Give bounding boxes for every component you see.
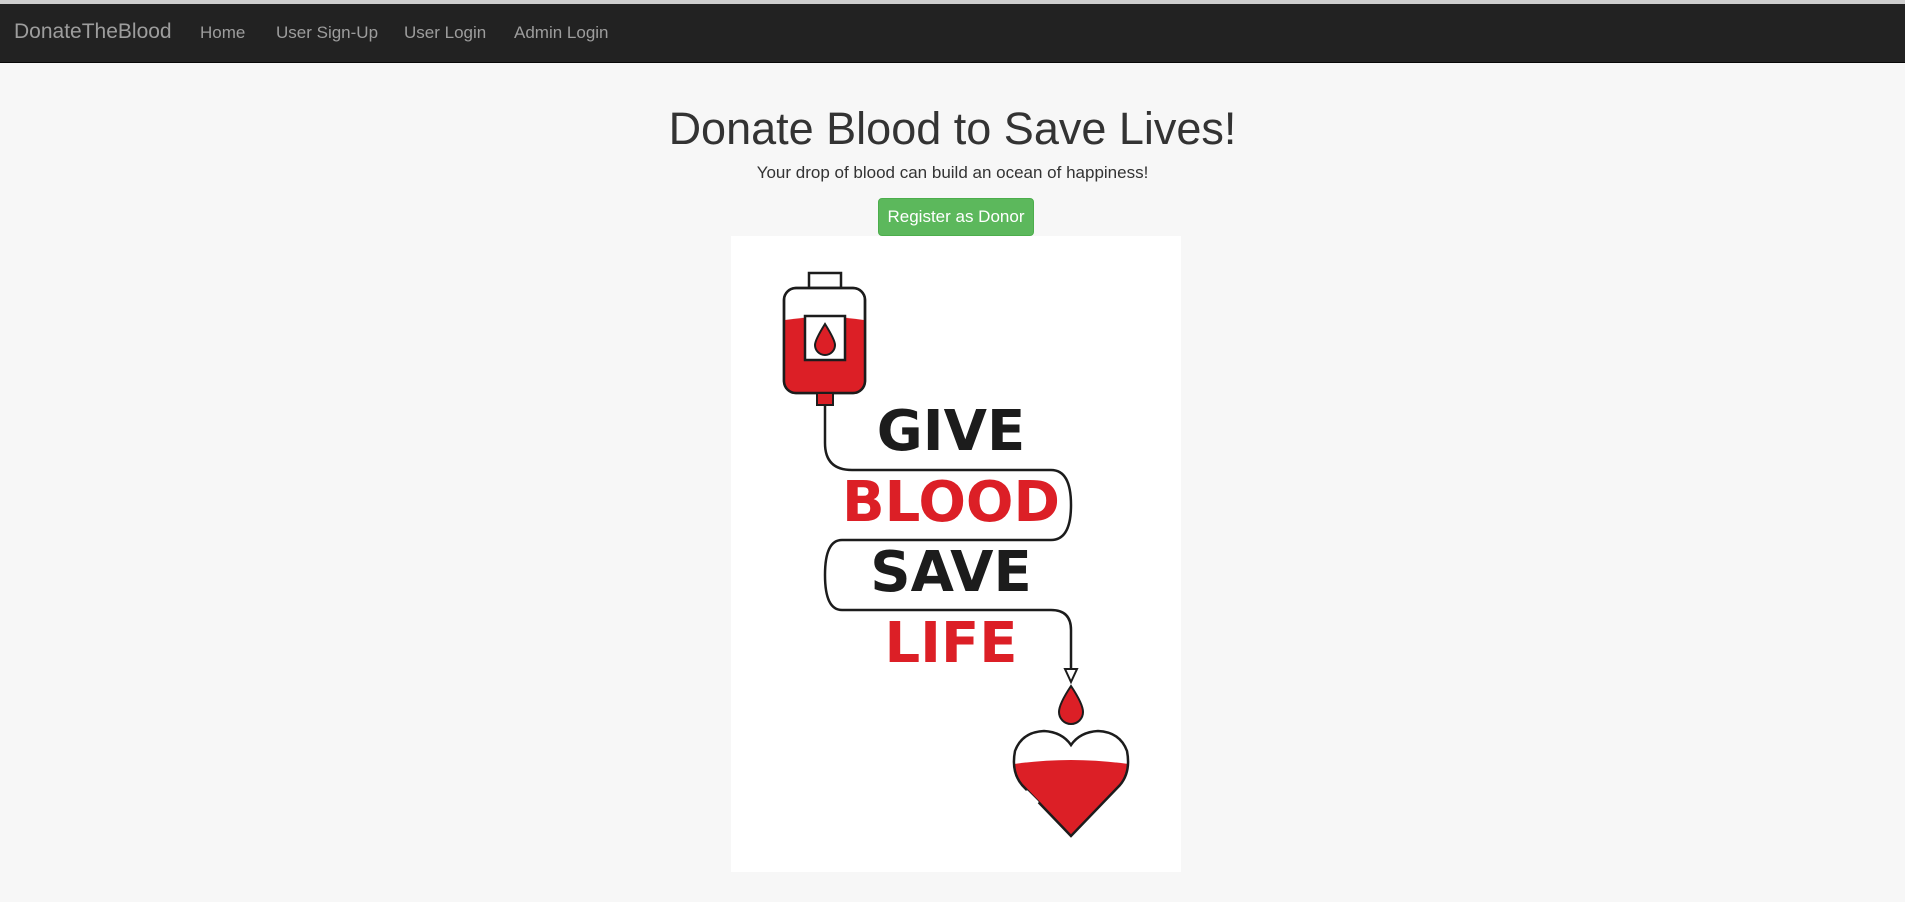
blood-drop-icon xyxy=(1057,684,1085,725)
page-title: Donate Blood to Save Lives! xyxy=(668,103,1237,154)
poster-word-life: LIFE xyxy=(884,611,1017,676)
navbar: DonateTheBlood Home User Sign-Up User Lo… xyxy=(0,4,1905,63)
heart-icon xyxy=(1012,729,1130,838)
poster-word-give: GIVE xyxy=(877,399,1025,464)
page-subtitle: Your drop of blood can build an ocean of… xyxy=(756,163,1149,182)
poster-illustration: GIVE BLOOD SAVE LIFE xyxy=(782,271,1130,838)
poster-word-blood: BLOOD xyxy=(842,470,1060,535)
nav-home[interactable]: Home xyxy=(200,23,245,43)
brand-link[interactable]: DonateTheBlood xyxy=(14,20,172,44)
blood-bag-icon xyxy=(782,271,867,406)
poster-word-save: SAVE xyxy=(870,540,1031,605)
register-donor-button[interactable]: Register as Donor xyxy=(878,198,1034,236)
nav-admin-login[interactable]: Admin Login xyxy=(514,23,609,43)
nav-user-login[interactable]: User Login xyxy=(404,23,486,43)
give-blood-poster: GIVE BLOOD SAVE LIFE xyxy=(731,236,1181,872)
nav-user-signup[interactable]: User Sign-Up xyxy=(276,23,378,43)
